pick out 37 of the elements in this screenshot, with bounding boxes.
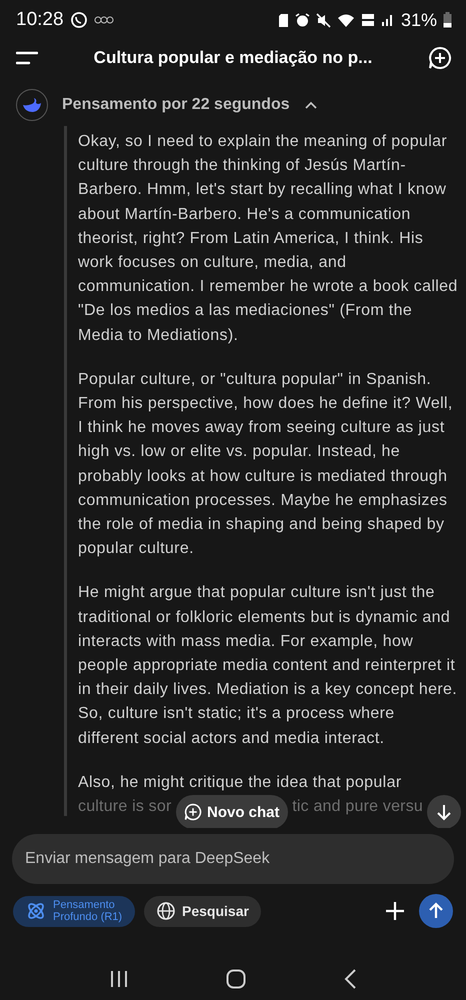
- reasoning-text-fragment: culture is sor: [78, 797, 172, 818]
- plus-icon: [384, 900, 406, 922]
- clock-time: 10:28: [16, 9, 64, 31]
- atom-icon: [25, 900, 47, 922]
- signal-icon: [380, 13, 395, 27]
- globe-icon: [156, 901, 176, 921]
- reasoning-paragraph: He might argue that popular culture isn't just the traditional or folkloric elements but is dynamic and interacts with mass media. For example, how people appropriate media content and reinterpret it in their daily lives. Mediation is a key concept here. So, culture isn't static; it's a process where different social actors and media interact.: [78, 583, 458, 749]
- chat-app-icon: [70, 11, 88, 29]
- arrow-up-icon: [427, 902, 445, 920]
- search-toggle[interactable]: Pesquisar: [144, 896, 261, 926]
- home-icon: [226, 969, 246, 989]
- wifi-icon: [336, 12, 355, 28]
- sim-icon: [278, 12, 289, 28]
- scroll-down-button[interactable]: [427, 795, 461, 828]
- message-input[interactable]: Enviar mensagem para DeepSeek: [12, 834, 454, 884]
- reasoning-paragraph: Popular culture, or "cultura popular" in Spanish. From his perspective, how does he define it? Well, I think he moves away from seeing culture as just high vs. low or elite vs. popular. Instead, he probably looks at how culture is mediated through communication processes. Maybe he emphasizes the role of media in shaping and being shaped by popular culture.: [78, 370, 454, 560]
- whale-avatar: [16, 89, 48, 121]
- mute-icon: [316, 12, 331, 28]
- reasoning-paragraph: Okay, so I need to explain the meaning of popular culture through the thinking of Jesús Martín-Barbero. Hmm, let's start by recalling what I know about Martín-Barbero. He's a communication theorist, right? From Latin America, I think. His work focuses on culture, media, and communication. I remember he wrote a book called "De los medios a las mediaciones" (From the Media to Mediations).: [78, 132, 458, 346]
- arrow-down-icon: [435, 803, 453, 821]
- menu-icon[interactable]: [16, 51, 38, 65]
- battery-level: 31%: [400, 10, 437, 30]
- new-chat-icon[interactable]: [428, 46, 452, 70]
- recents-icon: [108, 970, 129, 988]
- chat-title: Cultura popular e mediação no p...: [92, 48, 374, 68]
- alarm-icon: [294, 12, 310, 28]
- send-button[interactable]: [419, 894, 453, 928]
- new-chat-icon: [184, 803, 202, 821]
- battery-icon: [443, 12, 452, 28]
- new-chat-button[interactable]: Novo chat: [176, 795, 288, 828]
- back-icon: [343, 969, 358, 989]
- reasoning-text-line: Also, he might critique the idea that popular: [78, 772, 402, 793]
- notification-icon: [94, 15, 114, 25]
- reasoning-text-fragment: tic and pure versu: [292, 797, 423, 818]
- deep-think-toggle[interactable]: Pensamento Profundo (R1): [13, 896, 135, 926]
- chevron-up-icon[interactable]: [304, 100, 318, 110]
- thinking-time-label[interactable]: Pensamento por 22 segundos: [62, 96, 290, 114]
